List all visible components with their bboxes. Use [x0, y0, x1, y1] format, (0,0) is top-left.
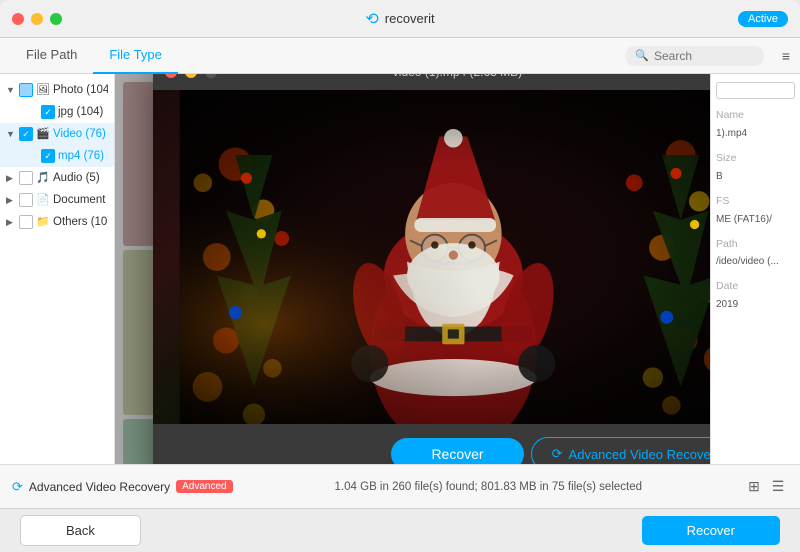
file-panel: Name 1).mp4 Size B FS ME (FAT16)/ Path /… [710, 74, 800, 464]
logo-icon: ⟲ [365, 9, 378, 29]
checkbox-others[interactable] [19, 215, 33, 229]
file-path-value: /ideo/video (... [716, 253, 795, 270]
preview-controls: Recover ⟳ Advanced Video Recovery [153, 424, 763, 464]
video-icon: 🎬 [36, 127, 50, 141]
app-logo: ⟲ recoverit [365, 9, 434, 29]
main-layout: ▼ 🖼 Photo (104) ✓ jpg (104) ▼ ✓ 🎬 Video … [0, 74, 800, 464]
file-name-value: 1).mp4 [716, 125, 795, 142]
adv-video-icon: ⟳ [552, 446, 563, 462]
arrow-icon: ▼ [6, 85, 16, 95]
file-fs-value: ME (FAT16)/ [716, 211, 795, 228]
sidebar: ▼ 🖼 Photo (104) ✓ jpg (104) ▼ ✓ 🎬 Video … [0, 74, 115, 464]
list-view-icon[interactable]: ☰ [768, 477, 788, 497]
file-size-value: B [716, 168, 795, 185]
preview-title-text: video (1).mp4 (2.63 MB) [165, 74, 751, 79]
app-name: recoverit [385, 11, 435, 26]
file-size-row: Size B [716, 150, 795, 185]
search-box: 🔍 [625, 46, 764, 66]
maximize-button[interactable] [50, 13, 62, 25]
audio-icon: 🎵 [36, 171, 50, 185]
tab-file-path[interactable]: File Path [10, 38, 93, 74]
status-summary: 1.04 GB in 260 file(s) found; 801.83 MB … [241, 481, 736, 493]
sidebar-item-video[interactable]: ▼ ✓ 🎬 Video (76) [0, 123, 114, 145]
sidebar-item-jpg[interactable]: ✓ jpg (104) [0, 101, 114, 123]
sidebar-label-mp4: mp4 (76) [58, 150, 104, 162]
sidebar-label-video: Video (76) [53, 128, 106, 140]
recover-button[interactable]: Recover [642, 516, 780, 545]
preview-window: video (1).mp4 (2.63 MB) [153, 74, 763, 464]
file-name-row: Name 1).mp4 [716, 107, 795, 142]
checkbox-mp4[interactable]: ✓ [41, 149, 55, 163]
adv-video-status: ⟳ Advanced Video Recovery Advanced [12, 479, 233, 495]
filter-icon[interactable]: ≡ [782, 48, 790, 64]
sidebar-label-jpg: jpg (104) [58, 106, 103, 118]
adv-video-status-label[interactable]: Advanced Video Recovery [29, 480, 170, 494]
preview-title-bar: video (1).mp4 (2.63 MB) [153, 74, 763, 90]
check-mark: ✓ [44, 151, 52, 162]
file-name-input[interactable] [716, 82, 795, 99]
sidebar-item-document[interactable]: ▶ 📄 Document ( [0, 189, 114, 211]
view-icons: ⊞ ☰ [744, 477, 788, 497]
checkbox-photo[interactable] [19, 83, 33, 97]
file-date-value: 2019 [716, 296, 795, 313]
santa-image [153, 90, 763, 424]
sidebar-label-audio: Audio (5) [53, 172, 100, 184]
check-mark: ✓ [44, 107, 52, 118]
sidebar-item-mp4[interactable]: ✓ mp4 (76) [0, 145, 114, 167]
checkbox-jpg[interactable]: ✓ [41, 105, 55, 119]
bottom-bar: Back Recover [0, 508, 800, 552]
window-controls [12, 13, 62, 25]
checkbox-document[interactable] [19, 193, 33, 207]
back-button[interactable]: Back [20, 515, 141, 546]
status-bar: ⟳ Advanced Video Recovery Advanced 1.04 … [0, 464, 800, 508]
search-icon: 🔍 [635, 49, 649, 62]
sidebar-label-others: Others (10) [53, 216, 108, 228]
close-button[interactable] [12, 13, 24, 25]
tab-file-type[interactable]: File Type [93, 38, 178, 74]
arrow-icon: ▼ [6, 129, 16, 139]
checkbox-video[interactable]: ✓ [19, 127, 33, 141]
sidebar-label-document: Document ( [53, 194, 108, 206]
others-icon: 📁 [36, 215, 50, 229]
preview-overlay: video (1).mp4 (2.63 MB) [115, 74, 800, 464]
video-frame-svg [153, 90, 763, 424]
active-badge: Active [738, 11, 788, 27]
content-area: for(let i=0;i<20;i++){ document.write('<… [115, 74, 800, 464]
file-fs-row: FS ME (FAT16)/ [716, 193, 795, 228]
arrow-icon: ▶ [6, 217, 16, 228]
arrow-icon: ▶ [6, 173, 16, 184]
file-path-row: Path /ideo/video (... [716, 236, 795, 271]
preview-video[interactable] [153, 90, 763, 424]
search-input[interactable] [654, 49, 754, 63]
checkbox-audio[interactable] [19, 171, 33, 185]
tab-bar: File Path File Type 🔍 ≡ [0, 38, 800, 74]
title-bar: ⟲ recoverit Active [0, 0, 800, 38]
document-icon: 📄 [36, 193, 50, 207]
adv-video-status-icon: ⟳ [12, 479, 23, 495]
photo-icon: 🖼 [36, 83, 50, 97]
sidebar-item-audio[interactable]: ▶ 🎵 Audio (5) [0, 167, 114, 189]
sidebar-item-photo[interactable]: ▼ 🖼 Photo (104) [0, 79, 114, 101]
minimize-button[interactable] [31, 13, 43, 25]
file-date-row: Date 2019 [716, 278, 795, 313]
grid-view-icon[interactable]: ⊞ [744, 477, 764, 497]
arrow-icon: ▶ [6, 195, 16, 206]
preview-recover-button[interactable]: Recover [391, 438, 523, 464]
check-mark: ✓ [22, 129, 30, 140]
adv-badge: Advanced [176, 480, 232, 493]
sidebar-label-photo: Photo (104) [53, 84, 108, 96]
sidebar-item-others[interactable]: ▶ 📁 Others (10) [0, 211, 114, 233]
